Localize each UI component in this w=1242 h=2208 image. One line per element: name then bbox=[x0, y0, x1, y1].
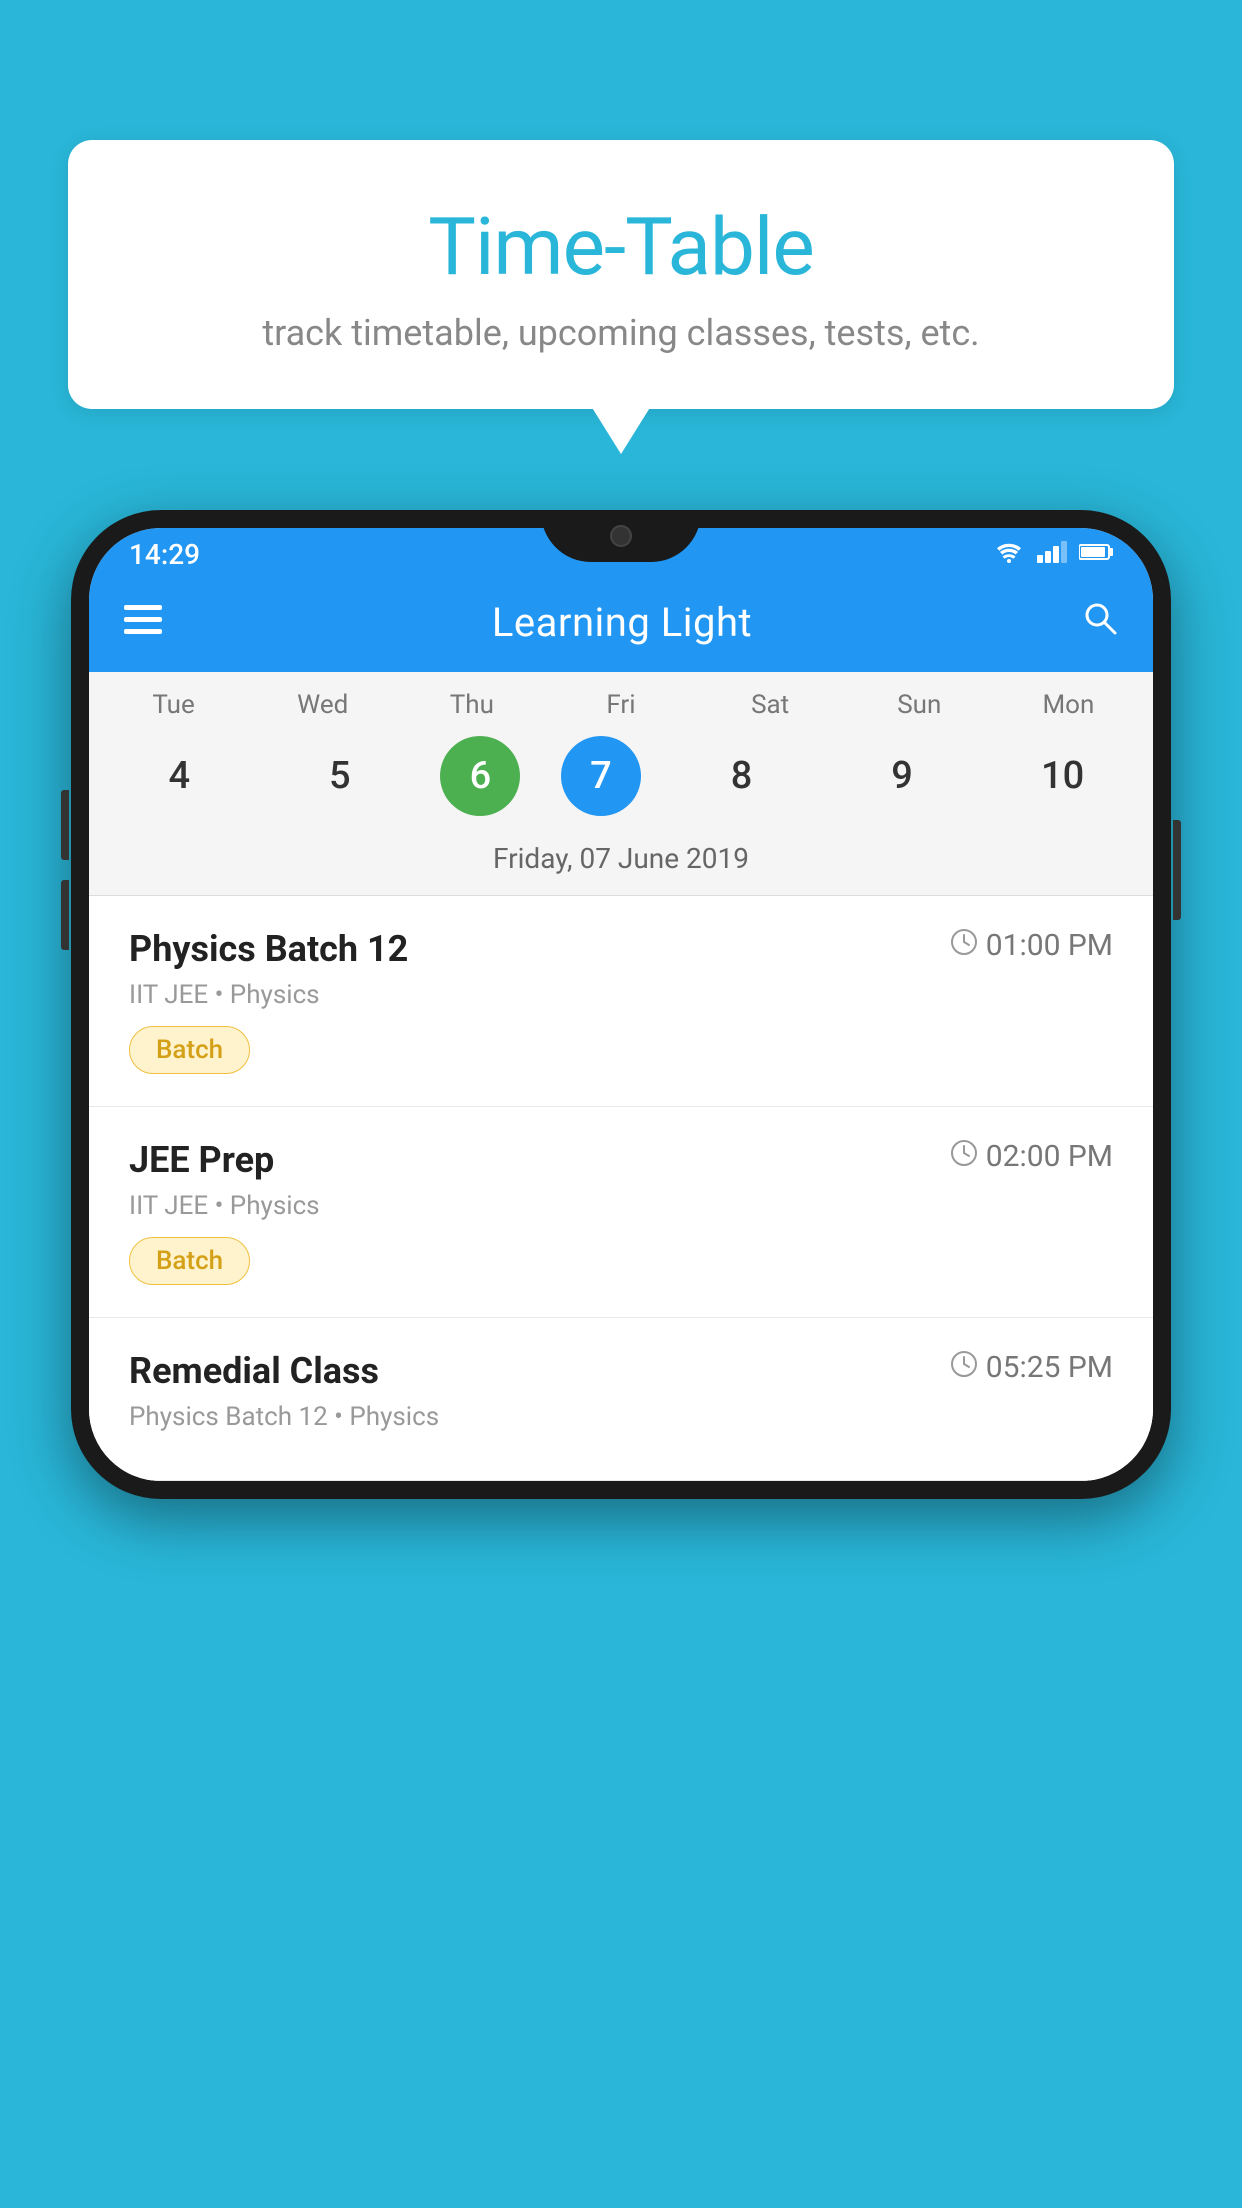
class-name: Remedial Class bbox=[129, 1350, 379, 1392]
power-button bbox=[1173, 820, 1181, 920]
class-time: 01:00 PM bbox=[950, 928, 1113, 963]
day-8[interactable]: 8 bbox=[682, 736, 802, 816]
speech-bubble-container: Time-Table track timetable, upcoming cla… bbox=[68, 140, 1174, 409]
day-headers: Tue Wed Thu Fri Sat Sun Mon bbox=[89, 690, 1153, 730]
status-icons bbox=[993, 541, 1113, 569]
class-name: Physics Batch 12 bbox=[129, 928, 408, 970]
phone-screen: 14:29 bbox=[89, 528, 1153, 1481]
class-item-header: Physics Batch 12 01:00 PM bbox=[129, 928, 1113, 970]
class-item-header: Remedial Class 05:25 PM bbox=[129, 1350, 1113, 1392]
volume-down-button bbox=[61, 880, 69, 950]
day-7-selected[interactable]: 7 bbox=[561, 736, 641, 816]
signal-icon bbox=[1037, 541, 1067, 569]
volume-up-button bbox=[61, 790, 69, 860]
phone-outer: 14:29 bbox=[71, 510, 1171, 1499]
class-item-header: JEE Prep 02:00 PM bbox=[129, 1139, 1113, 1181]
day-label-thu: Thu bbox=[412, 690, 532, 720]
app-bar: Learning Light bbox=[89, 579, 1153, 672]
class-item[interactable]: Physics Batch 12 01:00 PM bbox=[89, 896, 1153, 1107]
clock-icon bbox=[950, 1139, 978, 1174]
day-label-sun: Sun bbox=[859, 690, 979, 720]
page-subtitle: track timetable, upcoming classes, tests… bbox=[118, 312, 1124, 354]
class-time: 02:00 PM bbox=[950, 1139, 1113, 1174]
class-item[interactable]: Remedial Class 05:25 PM bbox=[89, 1318, 1153, 1481]
batch-badge: Batch bbox=[129, 1237, 250, 1285]
app-bar-title: Learning Light bbox=[492, 599, 752, 646]
day-label-sat: Sat bbox=[710, 690, 830, 720]
classes-list: Physics Batch 12 01:00 PM bbox=[89, 896, 1153, 1481]
class-item[interactable]: JEE Prep 02:00 PM bbox=[89, 1107, 1153, 1318]
day-9[interactable]: 9 bbox=[842, 736, 962, 816]
camera bbox=[610, 528, 632, 547]
day-5[interactable]: 5 bbox=[280, 736, 400, 816]
class-subtitle: Physics Batch 12 • Physics bbox=[129, 1402, 1113, 1432]
day-numbers: 4 5 6 7 8 9 10 bbox=[89, 730, 1153, 834]
speech-bubble: Time-Table track timetable, upcoming cla… bbox=[68, 140, 1174, 409]
clock-icon bbox=[950, 1350, 978, 1385]
class-name: JEE Prep bbox=[129, 1139, 274, 1181]
status-time: 14:29 bbox=[129, 538, 200, 571]
day-label-tue: Tue bbox=[114, 690, 234, 720]
class-time: 05:25 PM bbox=[950, 1350, 1113, 1385]
battery-icon bbox=[1079, 542, 1113, 567]
clock-icon bbox=[950, 928, 978, 963]
day-label-fri: Fri bbox=[561, 690, 681, 720]
page-title: Time-Table bbox=[118, 200, 1124, 294]
day-6-today[interactable]: 6 bbox=[440, 736, 520, 816]
wifi-icon bbox=[993, 541, 1025, 569]
status-bar: 14:29 bbox=[89, 528, 1153, 579]
calendar-strip: Tue Wed Thu Fri Sat Sun Mon 4 5 6 7 8 9 … bbox=[89, 672, 1153, 896]
class-subtitle: IIT JEE • Physics bbox=[129, 1191, 1113, 1221]
selected-date-label: Friday, 07 June 2019 bbox=[89, 834, 1153, 896]
day-label-wed: Wed bbox=[263, 690, 383, 720]
class-subtitle: IIT JEE • Physics bbox=[129, 980, 1113, 1010]
search-icon[interactable] bbox=[1082, 600, 1118, 645]
day-4[interactable]: 4 bbox=[119, 736, 239, 816]
hamburger-icon[interactable] bbox=[124, 605, 162, 641]
day-label-mon: Mon bbox=[1008, 690, 1128, 720]
day-10[interactable]: 10 bbox=[1003, 736, 1123, 816]
phone-mockup: 14:29 bbox=[71, 510, 1171, 2208]
phone-notch bbox=[541, 528, 701, 562]
batch-badge: Batch bbox=[129, 1026, 250, 1074]
